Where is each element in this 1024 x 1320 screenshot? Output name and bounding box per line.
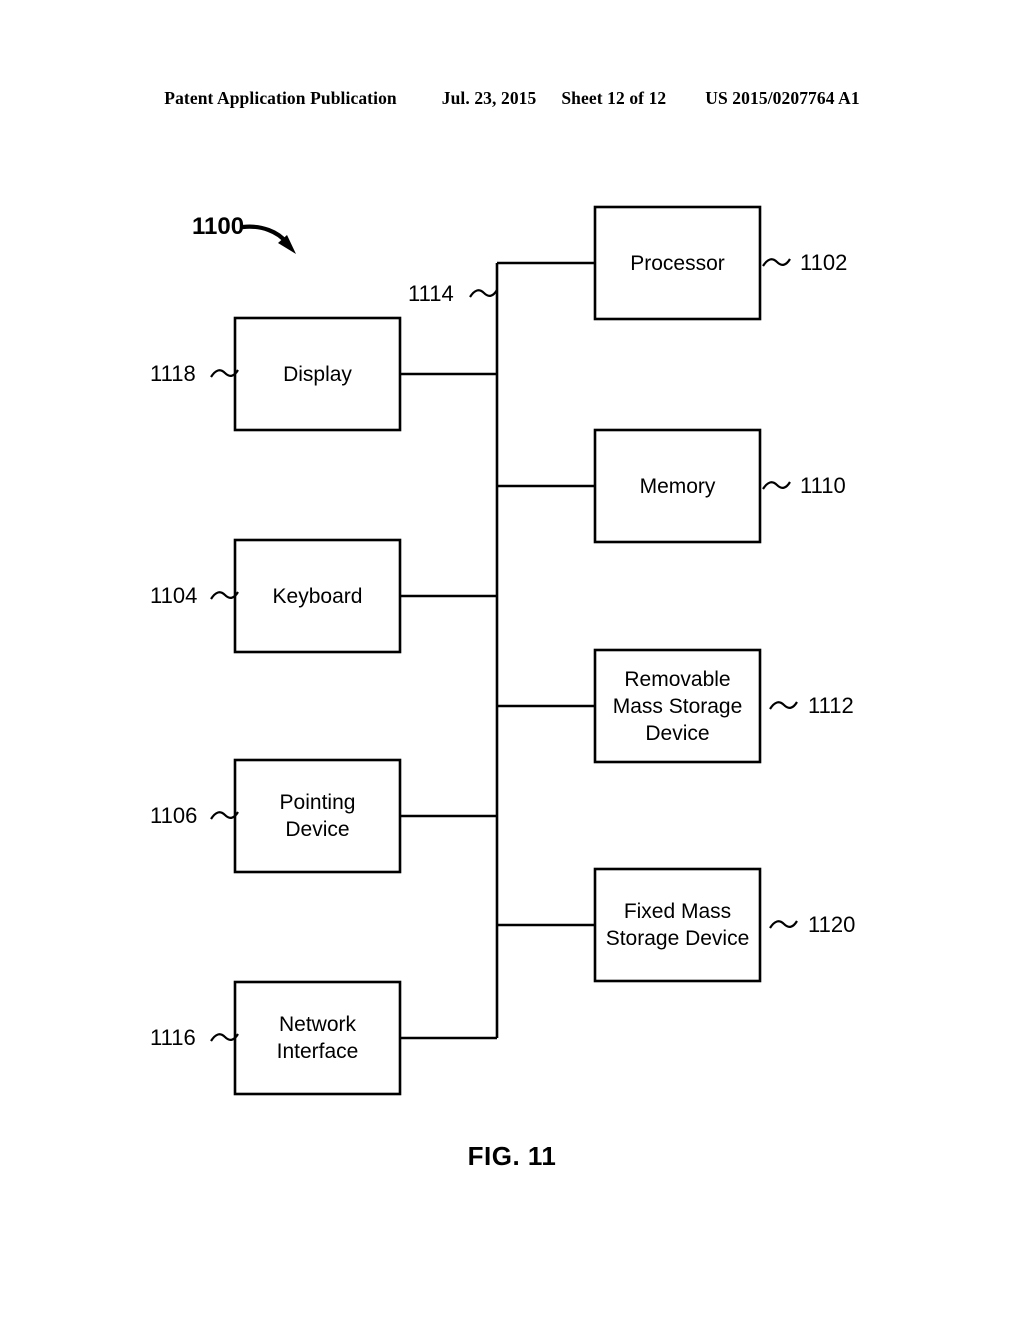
removable-storage-ref-leader [769,701,798,710]
network-interface-box [233,980,402,1096]
system-bus-ref-numeral: 1114 [408,281,454,306]
display-ref-numeral: 1118 [150,361,196,386]
memory-ref-numeral: 1110 [800,473,846,498]
pointing-device-box [233,758,402,874]
fixed-storage-box [593,867,762,983]
display-box [233,316,402,432]
removable-storage-box [593,648,762,764]
processor-ref-leader [762,258,791,267]
memory-ref-leader [762,481,791,490]
system-ref-numeral: 1100 [192,213,245,240]
pointing-device-ref-numeral: 1106 [150,803,198,828]
removable-storage-ref-numeral: 1112 [808,693,854,718]
fixed-storage-ref-leader [769,920,798,929]
keyboard-ref-numeral: 1104 [150,583,198,608]
fixed-storage-ref-numeral: 1120 [808,912,856,937]
keyboard-box [233,538,402,654]
processor-box [593,205,762,321]
figure-11-diagram [0,0,1024,1320]
figure-caption: FIG. 11 [467,1141,557,1171]
system-numeral-arrow-shaft [240,224,289,245]
network-interface-ref-numeral: 1116 [150,1025,196,1050]
memory-box [593,428,762,544]
processor-ref-numeral: 1102 [800,250,848,275]
bus-ref-leader [469,289,498,298]
